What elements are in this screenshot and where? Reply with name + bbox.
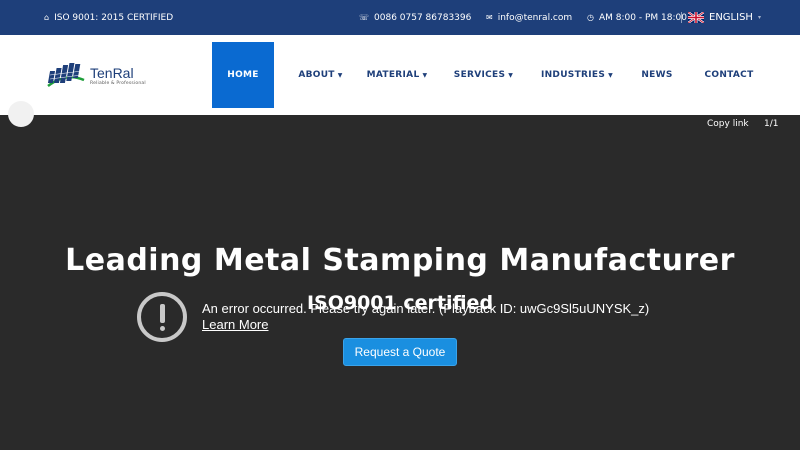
nav-industries[interactable]: INDUSTRIES ▼ <box>531 42 623 108</box>
language-label: ENGLISH <box>709 12 753 23</box>
nav-services[interactable]: SERVICES ▼ <box>444 42 523 108</box>
caret-down-icon: ▼ <box>422 71 428 79</box>
site-header: TenRal Reliable & Professional HOME ABOU… <box>0 35 800 115</box>
caret-down-icon: ▼ <box>508 71 514 79</box>
caret-down-icon: ▼ <box>608 71 614 79</box>
nav-home[interactable]: HOME <box>212 42 274 108</box>
envelope-icon: ✉ <box>486 13 493 22</box>
nav-contact-label: CONTACT <box>704 70 754 80</box>
nav-contact[interactable]: CONTACT <box>694 42 764 108</box>
certification-info: ⌂ ISO 9001: 2015 CERTIFIED <box>44 0 173 35</box>
video-title[interactable]: TenRal2020-06-29-1 <box>40 107 121 116</box>
hero-title: Leading Metal Stamping Manufacturer <box>65 243 735 278</box>
top-bar: ⌂ ISO 9001: 2015 CERTIFIED ☏ 0086 0757 8… <box>0 0 800 35</box>
logo[interactable]: TenRal Reliable & Professional <box>46 60 156 92</box>
hero-video[interactable]: TenRal2020-06-29-1 Copy link 1/1 Leading… <box>0 101 800 450</box>
nav-home-label: HOME <box>227 70 259 80</box>
chevron-down-icon: ▾ <box>757 14 761 21</box>
nav-material-label: MATERIAL <box>366 70 420 80</box>
phone-text: 0086 0757 86783396 <box>374 12 472 23</box>
logo-tagline: Reliable & Professional <box>90 81 146 86</box>
request-quote-button[interactable]: Request a Quote <box>343 338 457 366</box>
home-icon: ⌂ <box>44 13 50 22</box>
caret-down-icon: ▼ <box>337 71 343 79</box>
nav-news-label: NEWS <box>641 70 673 80</box>
nav-industries-label: INDUSTRIES <box>540 70 606 80</box>
clock-icon: ◷ <box>587 13 594 22</box>
email-link[interactable]: ✉ info@tenral.com <box>486 0 572 35</box>
copy-link-button[interactable]: Copy link <box>707 119 749 129</box>
learn-more-link[interactable]: Learn More <box>202 317 268 332</box>
hours-info: ◷ AM 8:00 - PM 18:00 <box>587 0 687 35</box>
language-selector[interactable]: ENGLISH ▾ <box>688 0 761 35</box>
nav-about[interactable]: ABOUT ▼ <box>289 42 352 108</box>
certification-text: ISO 9001: 2015 CERTIFIED <box>54 12 174 23</box>
solar-panel-logo-icon <box>47 63 85 87</box>
phone-info[interactable]: ☏ 0086 0757 86783396 <box>359 0 471 35</box>
channel-avatar[interactable] <box>8 101 34 127</box>
nav-about-label: ABOUT <box>298 70 335 80</box>
phone-icon: ☏ <box>359 13 370 22</box>
hours-text: AM 8:00 - PM 18:00 <box>598 12 687 23</box>
logo-name: TenRal <box>90 65 134 81</box>
email-text: info@tenral.com <box>497 12 573 23</box>
hero-subtitle: ISO9001 certified <box>306 292 494 314</box>
nav-services-label: SERVICES <box>453 70 506 80</box>
nav-material[interactable]: MATERIAL ▼ <box>357 42 437 108</box>
playlist-count: 1/1 <box>764 119 779 129</box>
main-nav: HOME ABOUT ▼ MATERIAL ▼ SERVICES ▼ INDUSTRI… <box>212 42 764 108</box>
uk-flag-icon <box>688 12 704 23</box>
nav-news[interactable]: NEWS <box>632 42 682 108</box>
topbar-divider <box>681 12 682 23</box>
